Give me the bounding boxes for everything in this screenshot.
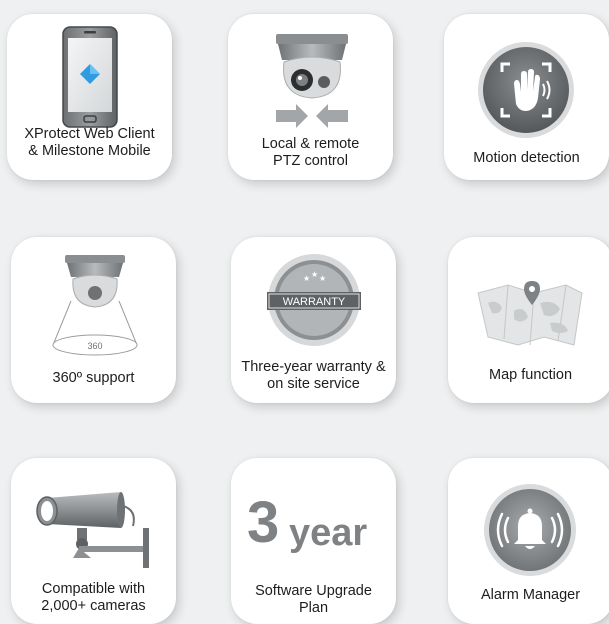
feature-card-360: 360 360º support	[11, 237, 176, 403]
feature-label-map: Map function	[488, 367, 573, 383]
feature-card-web-client: XProtect Web Client & Milestone Mobile	[7, 14, 172, 180]
feature-label-web-client: XProtect Web Client & Milestone Mobile	[24, 126, 155, 159]
feature-label-alarm: Alarm Manager	[480, 587, 581, 603]
svg-text:★: ★	[319, 274, 326, 283]
motion-hand-icon	[478, 42, 574, 138]
feature-card-cameras: Compatible with 2,000+ cameras	[11, 458, 176, 624]
warranty-badge-icon: ★ ★ ★ WARRANTY	[267, 254, 361, 346]
smartphone-icon	[62, 26, 118, 128]
feature-label-cameras: Compatible with 2,000+ cameras	[41, 581, 146, 614]
feature-card-map: Map function	[448, 237, 609, 403]
feature-label-motion: Motion detection	[473, 150, 580, 166]
feature-label-360: 360º support	[52, 370, 135, 386]
svg-text:★: ★	[303, 274, 310, 283]
svg-text:★: ★	[311, 270, 318, 279]
ptz-camera-icon	[276, 34, 348, 128]
three-year-number: 3	[247, 490, 280, 555]
warranty-badge-text: WARRANTY	[283, 296, 346, 308]
bullet-camera-icon	[36, 492, 149, 568]
feature-card-motion: Motion detection	[444, 14, 609, 180]
feature-label-warranty: Three-year warranty & on site service	[241, 359, 386, 392]
feature-card-warranty: ★ ★ ★ WARRANTY Three-year warranty & on …	[231, 237, 396, 403]
feature-card-alarm: Alarm Manager	[448, 458, 609, 624]
fisheye-camera-icon: 360	[52, 255, 138, 356]
feature-label-upgrade: Software Upgrade Plan	[255, 583, 372, 616]
feature-card-ptz: Local & remote PTZ control	[228, 14, 393, 180]
map-pin-icon	[477, 281, 583, 346]
fisheye-ring-text: 360	[87, 341, 102, 351]
three-year-unit: year	[289, 512, 368, 554]
feature-card-upgrade: 3 year Software Upgrade Plan	[231, 458, 396, 624]
alarm-bell-icon	[484, 484, 576, 576]
feature-label-ptz: Local & remote PTZ control	[261, 136, 360, 169]
